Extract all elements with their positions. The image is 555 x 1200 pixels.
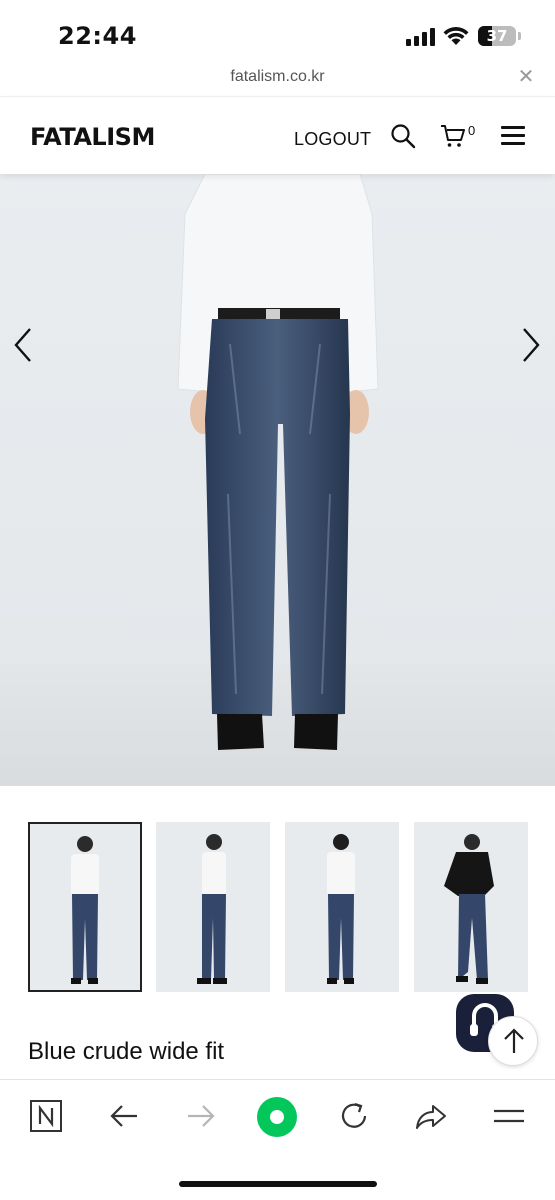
cellular-signal-icon xyxy=(406,28,436,46)
hamburger-menu-icon[interactable] xyxy=(501,126,525,146)
menu-icon[interactable] xyxy=(491,1098,527,1134)
logout-link[interactable]: LOGOUT xyxy=(294,129,371,150)
thumbnail-figure xyxy=(327,834,355,984)
url-bar[interactable]: fatalism.co.kr ✕ xyxy=(0,62,555,96)
site-header: FATALISM LOGOUT 0 xyxy=(0,96,555,174)
chevron-right-icon[interactable] xyxy=(518,325,544,365)
forward-icon[interactable] xyxy=(183,1098,219,1134)
back-icon[interactable] xyxy=(106,1098,142,1134)
thumbnail-1[interactable] xyxy=(28,822,142,992)
wifi-icon xyxy=(443,27,469,45)
arrow-up-icon xyxy=(504,1028,524,1053)
naver-home-icon[interactable] xyxy=(28,1098,64,1134)
thumbnail-2[interactable] xyxy=(156,822,270,992)
thumbnail-figure xyxy=(444,834,494,984)
url-text[interactable]: fatalism.co.kr xyxy=(0,68,555,86)
page: 22:44 37 fatalism.co.kr ✕ FATALISM LOGOU… xyxy=(0,0,555,1200)
status-bar: 22:44 37 xyxy=(0,0,555,62)
thumbnail-figure xyxy=(197,834,227,984)
battery-icon: 37 xyxy=(478,26,516,46)
cart-icon[interactable] xyxy=(440,123,466,149)
close-icon[interactable]: ✕ xyxy=(514,65,538,89)
battery-nub xyxy=(518,32,521,40)
cart-count: 0 xyxy=(468,123,476,138)
thumbnail-strip xyxy=(28,822,528,994)
status-time: 22:44 xyxy=(58,22,137,50)
thumbnail-3[interactable] xyxy=(285,822,399,992)
green-dot-icon[interactable] xyxy=(256,1096,298,1138)
model-figure xyxy=(177,174,379,750)
site-logo[interactable]: FATALISM xyxy=(30,123,155,151)
product-main-image[interactable] xyxy=(0,174,555,786)
chevron-left-icon[interactable] xyxy=(10,325,36,365)
battery-percent: 37 xyxy=(486,27,508,45)
share-icon[interactable] xyxy=(413,1098,449,1134)
product-title: Blue crude wide fit xyxy=(28,1038,225,1065)
reload-icon[interactable] xyxy=(336,1098,372,1134)
search-icon[interactable] xyxy=(390,123,416,149)
thumbnail-figure xyxy=(71,836,99,984)
home-indicator xyxy=(179,1181,377,1187)
scroll-to-top-button[interactable] xyxy=(488,1016,538,1066)
thumbnail-4[interactable] xyxy=(414,822,528,992)
